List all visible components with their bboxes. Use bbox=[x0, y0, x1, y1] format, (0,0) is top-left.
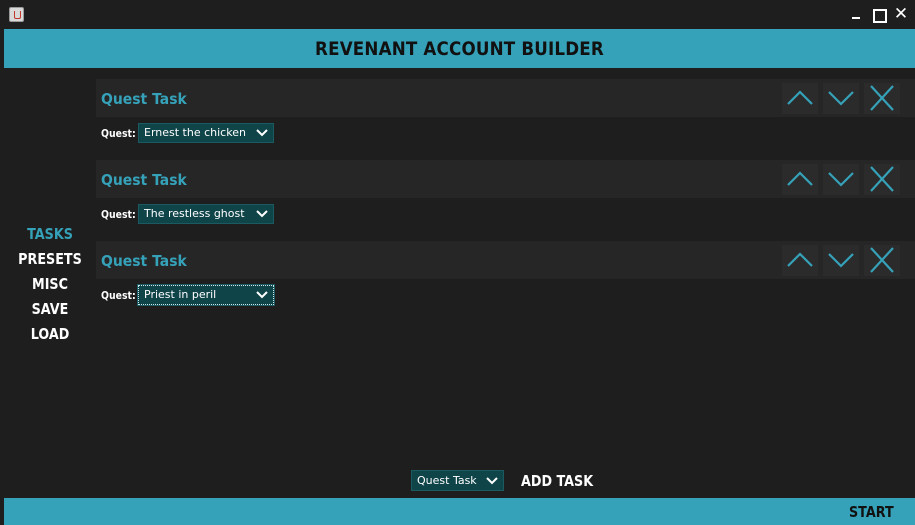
chevron-down-icon bbox=[828, 172, 854, 187]
move-up-button[interactable] bbox=[782, 245, 818, 276]
minimize-icon[interactable] bbox=[848, 6, 864, 22]
task-panel: Quest Task bbox=[96, 79, 915, 117]
start-button[interactable]: START bbox=[849, 498, 894, 525]
close-icon bbox=[870, 166, 894, 192]
side-nav: TASKS PRESETS MISC SAVE LOAD bbox=[4, 222, 96, 347]
nav-item-presets[interactable]: PRESETS bbox=[11, 247, 89, 272]
quest-label: Quest: bbox=[101, 208, 136, 221]
task-title: Quest Task bbox=[101, 252, 187, 270]
task-panel: Quest Task bbox=[96, 160, 915, 198]
app-header: REVENANT ACCOUNT BUILDER bbox=[4, 29, 915, 68]
chevron-down-icon bbox=[256, 291, 268, 299]
quest-select-value: Ernest the chicken bbox=[144, 126, 246, 139]
remove-task-button[interactable] bbox=[864, 164, 900, 195]
task-title: Quest Task bbox=[101, 171, 187, 189]
chevron-down-icon bbox=[828, 253, 854, 268]
task-type-value: Quest Task bbox=[417, 474, 477, 487]
nav-item-misc[interactable]: MISC bbox=[11, 272, 89, 297]
chevron-down-icon bbox=[256, 210, 268, 218]
app-title: REVENANT ACCOUNT BUILDER bbox=[315, 38, 604, 60]
maximize-icon[interactable] bbox=[870, 6, 887, 23]
quest-select-value: The restless ghost bbox=[144, 207, 245, 220]
quest-select[interactable]: Priest in peril bbox=[137, 284, 275, 306]
nav-item-load[interactable]: LOAD bbox=[11, 322, 89, 347]
move-down-button[interactable] bbox=[823, 245, 859, 276]
window-titlebar: ✕ bbox=[0, 0, 915, 29]
quest-label: Quest: bbox=[101, 127, 136, 140]
nav-item-tasks[interactable]: TASKS bbox=[11, 222, 89, 247]
nav-item-save[interactable]: SAVE bbox=[11, 297, 89, 322]
bottom-bar: START bbox=[4, 498, 915, 525]
move-up-button[interactable] bbox=[782, 164, 818, 195]
task-type-select[interactable]: Quest Task bbox=[411, 470, 504, 491]
quest-label: Quest: bbox=[101, 289, 136, 302]
move-up-button[interactable] bbox=[782, 83, 818, 114]
add-task-button[interactable]: ADD TASK bbox=[521, 470, 593, 491]
close-icon bbox=[870, 247, 894, 273]
task-panel: Quest Task bbox=[96, 241, 915, 279]
java-app-icon bbox=[9, 7, 24, 22]
close-window-icon[interactable]: ✕ bbox=[893, 6, 909, 23]
chevron-up-icon bbox=[787, 171, 813, 186]
quest-select[interactable]: The restless ghost bbox=[138, 204, 274, 224]
move-down-button[interactable] bbox=[823, 164, 859, 195]
remove-task-button[interactable] bbox=[864, 83, 900, 114]
remove-task-button[interactable] bbox=[864, 245, 900, 276]
quest-select[interactable]: Ernest the chicken bbox=[138, 123, 274, 143]
close-icon bbox=[870, 85, 894, 111]
task-title: Quest Task bbox=[101, 90, 187, 108]
chevron-down-icon bbox=[256, 129, 268, 137]
quest-select-value: Priest in peril bbox=[144, 288, 217, 301]
chevron-up-icon bbox=[787, 90, 813, 105]
chevron-down-icon bbox=[828, 91, 854, 106]
chevron-up-icon bbox=[787, 252, 813, 267]
chevron-down-icon bbox=[486, 477, 498, 485]
move-down-button[interactable] bbox=[823, 83, 859, 114]
